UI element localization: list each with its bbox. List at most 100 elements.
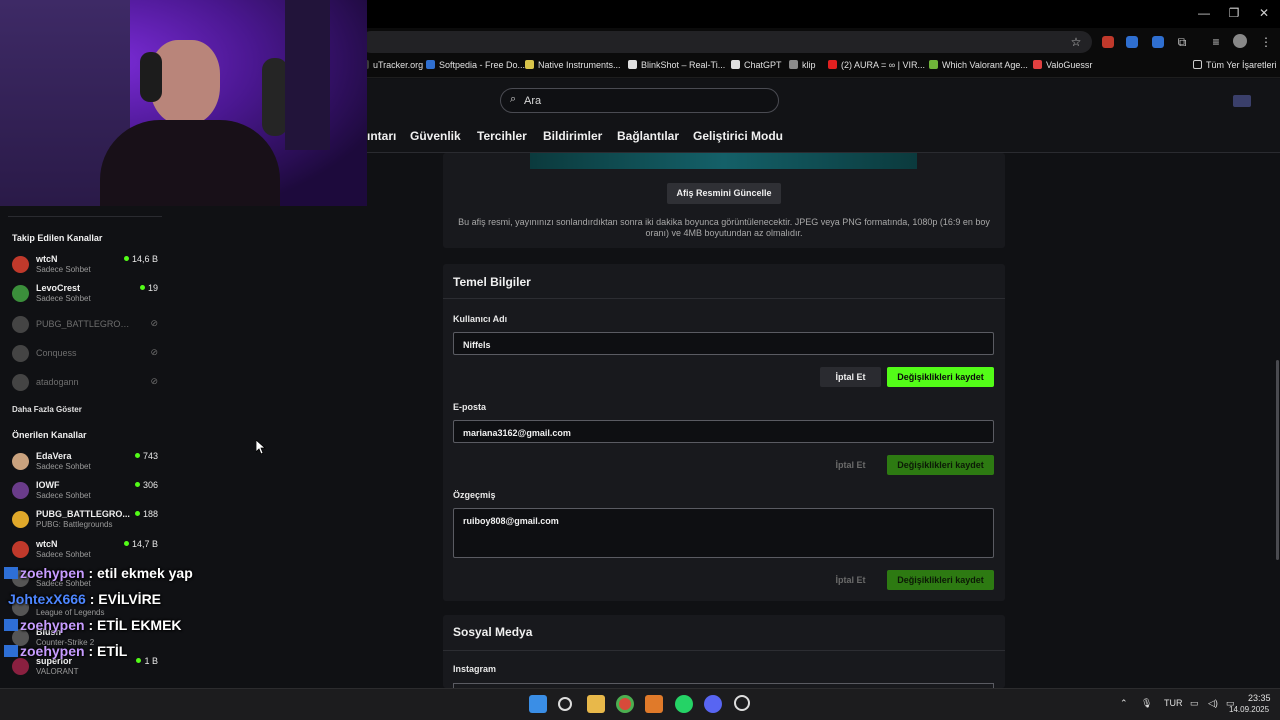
channel-avatar	[12, 541, 29, 558]
discord-icon[interactable]	[704, 695, 722, 713]
folder-icon	[1193, 60, 1202, 69]
channel-item[interactable]: atadogann ⊘	[12, 371, 162, 397]
channel-item[interactable]: wtcN Sadece Sohbet 14,6 B	[12, 253, 162, 279]
bookmark-item[interactable]: ChatGPT	[731, 60, 782, 70]
channel-category: Sadece Sohbet	[36, 491, 91, 500]
tab-developer-mode[interactable]: Geliştirici Modu	[693, 129, 783, 143]
language-indicator[interactable]: TUR	[1164, 698, 1183, 708]
bio-save-button[interactable]: Değişiklikleri kaydet	[887, 570, 994, 590]
bookmark-item[interactable]: klip	[789, 60, 816, 70]
channel-item[interactable]: LevoCrest Sadece Sohbet 19	[12, 282, 162, 308]
page-scrollbar[interactable]	[1276, 360, 1279, 560]
search-icon: ⌕	[510, 93, 517, 105]
windows-start-icon[interactable]	[529, 695, 547, 713]
viewer-count-text: 14,7 B	[131, 539, 158, 549]
viewer-count-text: ⊘	[150, 347, 158, 357]
address-bar[interactable]	[360, 31, 1092, 53]
viewer-count-text: 19	[147, 283, 158, 293]
bookmark-item[interactable]: (2) AURA = ∞ | VIR...	[828, 60, 925, 70]
bookmark-item[interactable]: uTracker.org	[360, 60, 423, 70]
chrome-icon[interactable]	[616, 695, 634, 713]
channel-item[interactable]: PUBG_BATTLEGROUN... ⊘	[12, 313, 162, 339]
chat-message: JohtexX666 : EVİLVİRE	[8, 591, 161, 607]
viewer-count: 743	[134, 451, 158, 461]
volume-icon[interactable]: ◁)	[1208, 698, 1218, 709]
username-label: Kullanıcı Adı	[453, 314, 508, 324]
header-logo[interactable]	[1233, 95, 1251, 107]
viewer-count-text: 14,6 B	[131, 254, 158, 264]
chat-username: zoehypen	[20, 617, 85, 633]
profile-avatar-icon[interactable]	[1233, 34, 1247, 48]
show-more-link[interactable]: Daha Fazla Göster	[12, 405, 82, 414]
tab-preferences[interactable]: Tercihler	[477, 129, 527, 143]
channel-item[interactable]: IOWF Sadece Sohbet 306	[12, 479, 162, 505]
email-save-button[interactable]: Değişiklikleri kaydet	[887, 455, 994, 475]
close-button[interactable]: ✕	[1254, 6, 1274, 20]
bookmark-item[interactable]: BlinkShot – Real-Ti...	[628, 60, 725, 70]
translate-icon[interactable]	[1126, 36, 1138, 48]
chat-badge-icon	[4, 645, 18, 657]
email-input[interactable]: mariana3162@gmail.com	[453, 420, 994, 443]
channel-name: wtcN	[36, 254, 58, 264]
microphone-tray-icon[interactable]: 🎙	[1141, 698, 1152, 709]
whatsapp-icon[interactable]	[675, 695, 693, 713]
bio-cancel-button[interactable]: İptal Et	[820, 570, 881, 590]
clock-date[interactable]: 14.09.2025	[1229, 705, 1269, 714]
minimize-button[interactable]: —	[1194, 6, 1214, 20]
bookmark-star-icon[interactable]: ☆	[1068, 34, 1084, 50]
recording-app-icon[interactable]	[734, 695, 750, 711]
search-taskbar-icon[interactable]	[558, 697, 572, 711]
restore-button[interactable]: ❐	[1224, 6, 1244, 20]
instagram-label: Instagram	[453, 664, 497, 674]
offline-icon: ⊘	[150, 376, 158, 387]
extensions-puzzle-icon[interactable]: ⧉	[1174, 34, 1190, 50]
network-icon[interactable]: ▭	[1190, 698, 1199, 709]
channel-item[interactable]: wtcN Sadece Sohbet 14,7 B	[12, 538, 162, 564]
bookmark-item[interactable]: Which Valorant Age...	[929, 60, 1028, 70]
mic-arm	[285, 0, 330, 150]
search-box[interactable]: ⌕ Ara	[500, 88, 779, 113]
bio-textarea[interactable]: ruiboy808@gmail.com	[453, 508, 994, 558]
viewer-count-text: 306	[142, 480, 158, 490]
fl-studio-icon[interactable]	[645, 695, 663, 713]
username-save-button[interactable]: Değişiklikleri kaydet	[887, 367, 994, 387]
calendar-icon[interactable]	[1152, 36, 1164, 48]
mouse-cursor-icon	[256, 440, 266, 454]
channel-category: Sadece Sohbet	[36, 294, 91, 303]
menu-kebab-icon[interactable]: ⋮	[1258, 34, 1274, 50]
live-dot-icon	[134, 453, 140, 458]
tab-partial[interactable]: ıntarı	[367, 129, 396, 143]
tab-connections[interactable]: Bağlantılar	[617, 129, 679, 143]
bookmark-item[interactable]: ValoGuessr	[1033, 60, 1092, 70]
followed-channels-title: Takip Edilen Kanallar	[12, 233, 103, 243]
clock-time[interactable]: 23:35	[1248, 693, 1271, 703]
chat-text: : EVİLVİRE	[85, 591, 162, 607]
extension-icon[interactable]	[1102, 36, 1114, 48]
bookmark-favicon-icon	[789, 60, 798, 69]
channel-name: Conquess	[36, 348, 77, 358]
divider	[443, 650, 1005, 651]
file-explorer-icon[interactable]	[587, 695, 605, 713]
bookmark-label: ValoGuessr	[1046, 60, 1093, 70]
update-banner-button[interactable]: Afiş Resmini Güncelle	[667, 183, 781, 204]
all-bookmarks-folder[interactable]: Tüm Yer İşaretleri	[1193, 60, 1277, 70]
bookmark-item[interactable]: Softpedia - Free Do...	[426, 60, 525, 70]
viewer-count: 14,7 B	[123, 539, 158, 549]
channel-name: PUBG_BATTLEGRO...	[36, 509, 130, 519]
channel-avatar	[12, 285, 29, 302]
offline-icon: ⊘	[150, 318, 158, 329]
email-cancel-button[interactable]: İptal Et	[820, 455, 881, 475]
tray-chevron-icon[interactable]: ⌃	[1120, 698, 1128, 709]
tab-security[interactable]: Güvenlik	[410, 129, 461, 143]
username-input[interactable]: Niffels	[453, 332, 994, 355]
username-cancel-button[interactable]: İptal Et	[820, 367, 881, 387]
channel-item[interactable]: PUBG_BATTLEGRO... PUBG: Battlegrounds 188	[12, 508, 162, 534]
media-control-icon[interactable]: ≡	[1208, 34, 1224, 50]
tab-notifications[interactable]: Bildirimler	[543, 129, 602, 143]
channel-avatar	[12, 658, 29, 675]
channel-item[interactable]: EdaVera Sadece Sohbet 743	[12, 450, 162, 476]
bookmark-item[interactable]: Native Instruments...	[525, 60, 621, 70]
chat-message: zoehypen : etil ekmek yap	[4, 565, 193, 581]
bookmark-favicon-icon	[1033, 60, 1042, 69]
channel-item[interactable]: Conquess ⊘	[12, 342, 162, 368]
